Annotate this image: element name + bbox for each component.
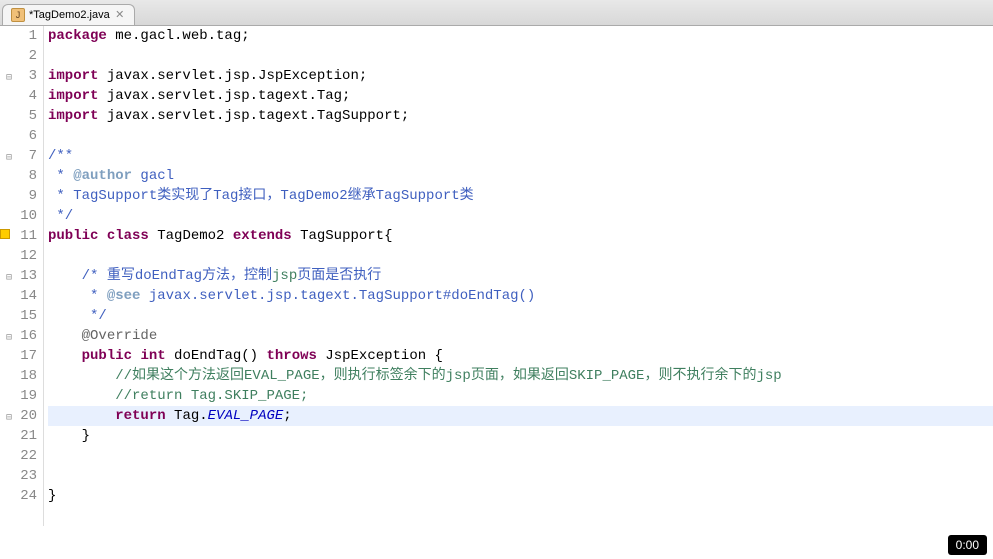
line-number: 18 [0, 366, 37, 386]
line-number: 17 [0, 346, 37, 366]
line-number: 1 [0, 26, 37, 46]
line-number: 12 [0, 246, 37, 266]
code-line[interactable]: */ [48, 206, 993, 226]
line-number: 24 [0, 486, 37, 506]
line-number: 21 [0, 426, 37, 446]
line-number: 6 [0, 126, 37, 146]
code-line[interactable]: } [48, 486, 993, 506]
warning-icon[interactable] [0, 229, 10, 239]
line-number: 22 [0, 446, 37, 466]
line-number: 4 [0, 86, 37, 106]
code-line[interactable]: @Override [48, 326, 993, 346]
code-line[interactable]: import javax.servlet.jsp.tagext.TagSuppo… [48, 106, 993, 126]
code-line[interactable]: package me.gacl.web.tag; [48, 26, 993, 46]
code-line[interactable]: //如果这个方法返回EVAL_PAGE，则执行标签余下的jsp页面，如果返回SK… [48, 366, 993, 386]
tab-label: *TagDemo2.java [29, 9, 110, 21]
line-number: 11 [0, 226, 37, 246]
code-line[interactable]: * TagSupport类实现了Tag接口，TagDemo2继承TagSuppo… [48, 186, 993, 206]
code-line[interactable]: /* 重写doEndTag方法，控制jsp页面是否执行 [48, 266, 993, 286]
line-number: 14 [0, 286, 37, 306]
code-editor[interactable]: 123⊟4567⊟8910111213⊟141516⊟17181920⊟2122… [0, 26, 993, 526]
code-line[interactable] [48, 126, 993, 146]
code-line[interactable]: } [48, 426, 993, 446]
fold-icon[interactable]: ⊟ [0, 409, 12, 421]
line-number: 9 [0, 186, 37, 206]
line-number: 19 [0, 386, 37, 406]
line-number: 15 [0, 306, 37, 326]
code-line[interactable]: */ [48, 306, 993, 326]
code-line[interactable]: * @see javax.servlet.jsp.tagext.TagSuppo… [48, 286, 993, 306]
line-number: 13⊟ [0, 266, 37, 286]
code-line[interactable]: //return Tag.SKIP_PAGE; [48, 386, 993, 406]
line-number: 3⊟ [0, 66, 37, 86]
code-area[interactable]: package me.gacl.web.tag; import javax.ser… [44, 26, 993, 526]
line-number: 23 [0, 466, 37, 486]
recording-timer: 0:00 [948, 535, 987, 555]
fold-icon[interactable]: ⊟ [0, 269, 12, 281]
code-line[interactable]: import javax.servlet.jsp.JspException; [48, 66, 993, 86]
fold-icon[interactable]: ⊟ [0, 329, 12, 341]
line-number: 8 [0, 166, 37, 186]
line-number: 20⊟ [0, 406, 37, 426]
line-number: 10 [0, 206, 37, 226]
fold-icon[interactable]: ⊟ [0, 149, 12, 161]
line-gutter: 123⊟4567⊟8910111213⊟141516⊟17181920⊟2122… [0, 26, 44, 526]
line-number: 16⊟ [0, 326, 37, 346]
tab-bar: J *TagDemo2.java ✕ [0, 0, 993, 26]
line-number: 7⊟ [0, 146, 37, 166]
code-line[interactable] [48, 466, 993, 486]
code-line[interactable]: * @author gacl [48, 166, 993, 186]
line-number: 5 [0, 106, 37, 126]
code-line[interactable] [48, 246, 993, 266]
code-line[interactable]: /** [48, 146, 993, 166]
code-line[interactable]: import javax.servlet.jsp.tagext.Tag; [48, 86, 993, 106]
code-line[interactable] [48, 446, 993, 466]
code-line[interactable]: return Tag.EVAL_PAGE; [48, 406, 993, 426]
close-icon[interactable]: ✕ [114, 9, 126, 21]
fold-icon[interactable]: ⊟ [0, 69, 12, 81]
editor-tab[interactable]: J *TagDemo2.java ✕ [2, 4, 135, 25]
line-number: 2 [0, 46, 37, 66]
code-line[interactable] [48, 46, 993, 66]
code-line[interactable]: public int doEndTag() throws JspExceptio… [48, 346, 993, 366]
code-line[interactable]: public class TagDemo2 extends TagSupport… [48, 226, 993, 246]
java-file-icon: J [11, 8, 25, 22]
